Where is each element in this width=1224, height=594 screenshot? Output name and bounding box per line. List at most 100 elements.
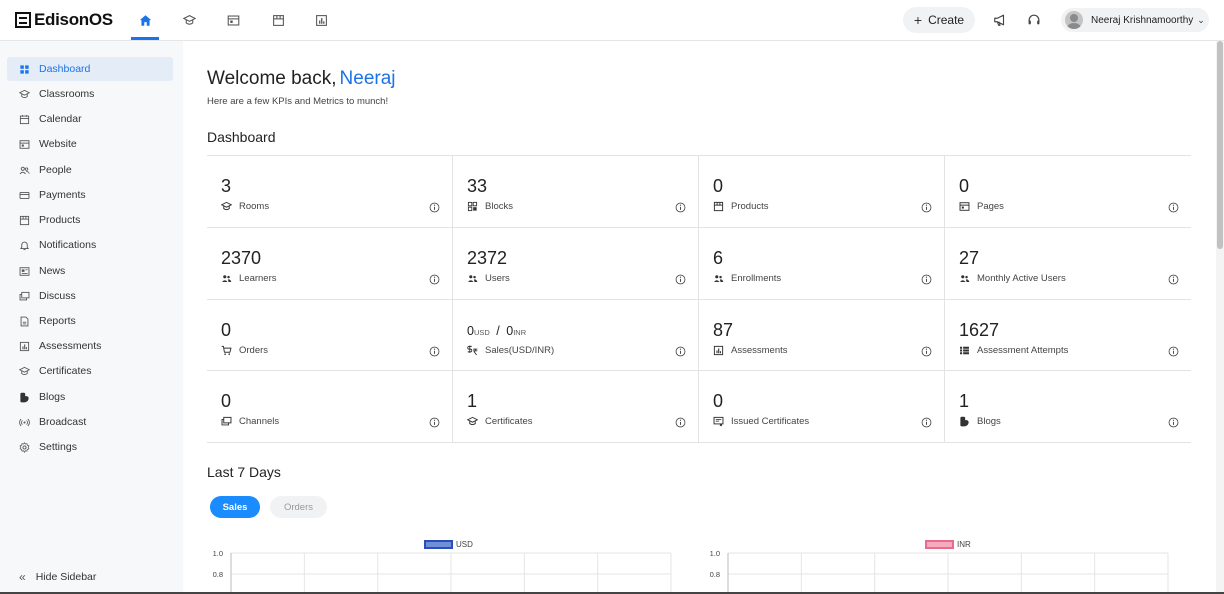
sidebar-item-certificates[interactable]: Certificates	[7, 359, 173, 383]
info-icon[interactable]	[921, 202, 932, 213]
info-icon[interactable]	[675, 202, 686, 213]
website-icon	[19, 139, 30, 149]
kpi-card-channels: 0 Channels	[207, 371, 453, 443]
tab-sales[interactable]: Sales	[210, 496, 260, 518]
kpi-label: Rooms	[239, 201, 270, 212]
vertical-scrollbar[interactable]	[1216, 41, 1224, 594]
info-icon[interactable]	[1168, 274, 1179, 285]
kpi-value-sales: 0USD / 0INR	[467, 324, 526, 338]
kpi-card-pages: 0 Pages	[945, 156, 1191, 228]
broadcast-icon	[19, 418, 30, 426]
sidebar-item-payments[interactable]: Payments	[7, 183, 173, 207]
reports-icon	[20, 316, 29, 326]
sidebar-item-label: Assessments	[39, 340, 102, 352]
sidebar-item-website[interactable]: Website	[7, 132, 173, 156]
info-icon[interactable]	[921, 274, 932, 285]
currency-icon	[467, 345, 478, 355]
user-name: Neeraj Krishnamoorthy	[1091, 14, 1194, 26]
sidebar-item-classrooms[interactable]: Classrooms	[7, 82, 173, 106]
store-icon	[272, 15, 284, 26]
kpi-label: Certificates	[485, 416, 533, 428]
website-icon	[227, 15, 239, 26]
user-menu[interactable]: Neeraj Krishnamoorthy ⌄	[1061, 8, 1209, 32]
tab-store[interactable]	[264, 0, 292, 41]
kpi-value: 0	[959, 176, 970, 196]
kpi-card-enrollments: 6 Enrollments	[699, 227, 945, 300]
reports-icon	[315, 15, 327, 26]
info-icon[interactable]	[675, 417, 686, 428]
create-button[interactable]: + Create	[903, 7, 975, 33]
kpi-label: Users	[485, 272, 510, 284]
sidebar-item-people[interactable]: People	[7, 158, 173, 182]
sidebar-item-label: News	[39, 265, 66, 277]
sidebar-item-settings[interactable]: Settings	[7, 435, 173, 459]
classroom-icon	[182, 15, 196, 25]
kpi-label: Orders	[239, 344, 269, 356]
sidebar-item-label: Certificates	[39, 365, 92, 377]
hide-sidebar-button[interactable]: « Hide Sidebar	[7, 565, 96, 589]
sidebar-item-label: Settings	[39, 441, 77, 453]
sidebar-item-assessments[interactable]: Assessments	[7, 334, 173, 358]
sidebar-item-label: Website	[39, 138, 77, 150]
kpi-card-products: 0 Products	[699, 156, 945, 228]
edisonos-logo[interactable]: EdisonOS	[15, 10, 113, 29]
sidebar-item-label: Payments	[39, 189, 86, 201]
sidebar-item-news[interactable]: News	[7, 259, 173, 283]
sidebar-item-broadcast[interactable]: Broadcast	[7, 410, 173, 434]
blogs-icon	[960, 416, 969, 427]
sidebar-item-label: Blogs	[39, 391, 66, 403]
kpi-label: Products	[731, 201, 769, 212]
info-icon[interactable]	[1168, 417, 1179, 428]
avatar	[1065, 11, 1083, 29]
kpi-card-rooms: 3 Rooms	[207, 156, 453, 228]
chart-grid	[727, 552, 1169, 594]
info-icon[interactable]	[1168, 346, 1179, 357]
sidebar-item-label: People	[39, 164, 72, 176]
sidebar-item-discuss[interactable]: Discuss	[7, 284, 173, 308]
kpi-label: Monthly Active Users	[977, 272, 1066, 284]
sidebar-item-label: Notifications	[39, 239, 97, 251]
headset-icon[interactable]	[1027, 13, 1041, 27]
tab-website[interactable]	[219, 0, 247, 41]
sidebar-item-dashboard[interactable]: Dashboard	[7, 57, 173, 81]
scrollbar-thumb[interactable]	[1217, 41, 1223, 249]
logo-text: EdisonOS	[34, 10, 113, 29]
info-icon[interactable]	[921, 346, 932, 357]
sidebar-item-label: Dashboard	[39, 63, 91, 75]
classroom-icon	[221, 201, 232, 211]
sales-usd-unit: USD	[473, 327, 490, 337]
people-icon	[222, 274, 232, 282]
tab-home[interactable]	[131, 0, 159, 41]
kpi-grid: 3 Rooms 33 Blocks 0 Products 0 Pages 237…	[207, 155, 1191, 443]
hide-sidebar-label: Hide Sidebar	[35, 571, 97, 583]
sidebar-item-reports[interactable]: Reports	[7, 309, 173, 333]
megaphone-icon[interactable]	[993, 13, 1007, 27]
sales-inr-unit: INR	[513, 327, 527, 337]
sidebar: Dashboard Classrooms Calendar Website Pe…	[0, 41, 183, 594]
blogs-icon	[20, 392, 29, 402]
info-icon[interactable]	[675, 274, 686, 285]
sidebar-item-products[interactable]: Products	[7, 208, 173, 232]
tab-reports[interactable]	[307, 0, 335, 41]
info-icon[interactable]	[921, 417, 932, 428]
sidebar-item-notifications[interactable]: Notifications	[7, 233, 173, 257]
tab-orders[interactable]: Orders	[270, 496, 327, 518]
discuss-icon	[221, 417, 232, 426]
tab-classrooms[interactable]	[175, 0, 203, 41]
info-icon[interactable]	[675, 346, 686, 357]
kpi-card-blogs: 1 Blogs	[945, 371, 1191, 443]
kpi-label: Assessments	[731, 344, 788, 356]
sales-separator: /	[496, 323, 500, 338]
home-icon	[139, 15, 151, 26]
sidebar-item-blogs[interactable]: Blogs	[7, 385, 173, 409]
info-icon[interactable]	[429, 417, 440, 428]
info-icon[interactable]	[429, 346, 440, 357]
calendar-icon	[19, 114, 30, 124]
sidebar-item-calendar[interactable]: Calendar	[7, 107, 173, 131]
kpi-value: 0	[221, 391, 232, 412]
kpi-value: 3	[221, 176, 232, 196]
info-icon[interactable]	[1168, 202, 1179, 213]
info-icon[interactable]	[429, 202, 440, 213]
info-icon[interactable]	[429, 274, 440, 285]
people-icon	[19, 166, 30, 174]
